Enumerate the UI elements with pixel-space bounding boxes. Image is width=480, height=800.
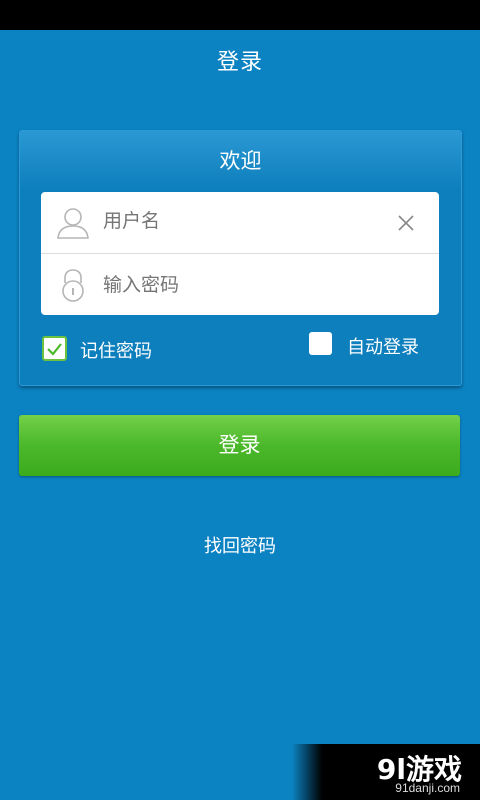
check-icon (47, 343, 62, 356)
user-icon (57, 208, 89, 239)
remember-password-label: 记住密码 (80, 341, 152, 362)
auto-login-label: 自动登录 (347, 337, 419, 358)
watermark: 9l游戏 91danji.com (292, 744, 480, 800)
password-field[interactable] (41, 254, 439, 315)
auto-login-box[interactable] (309, 332, 332, 355)
remember-password-box[interactable] (42, 336, 67, 361)
username-field[interactable] (41, 192, 439, 254)
password-input[interactable] (103, 274, 393, 296)
card-title: 欢迎 (219, 149, 262, 173)
login-card: 欢迎 记住密码 (19, 130, 462, 386)
login-button[interactable]: 登录 (19, 415, 460, 476)
watermark-site: 91danji.com (395, 781, 460, 795)
forgot-password-link[interactable]: 找回密码 (0, 532, 480, 558)
credentials-fields (41, 192, 439, 315)
clear-icon[interactable] (397, 214, 415, 232)
card-header: 欢迎 (20, 131, 461, 189)
status-bar (0, 0, 480, 30)
username-input[interactable] (103, 210, 393, 232)
page-title: 登录 (216, 50, 263, 75)
lock-icon (62, 269, 84, 302)
